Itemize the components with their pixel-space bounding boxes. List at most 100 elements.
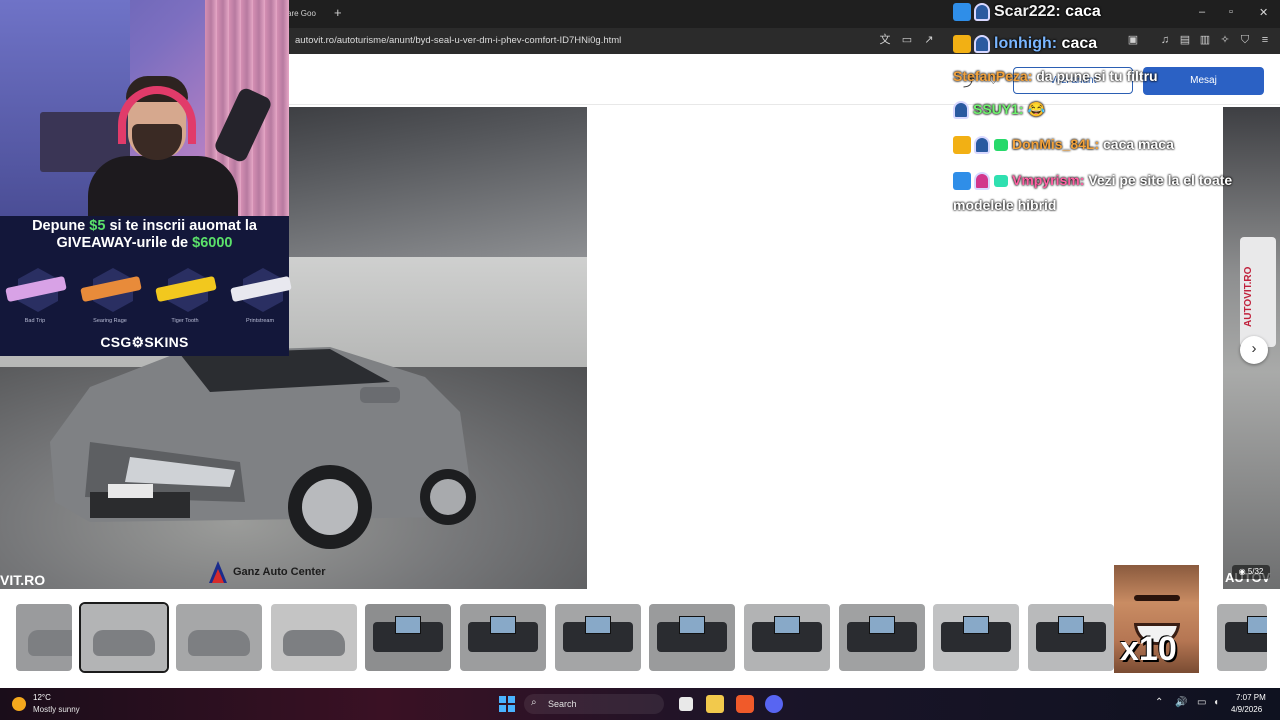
photo-counter: ◉ 5/32 xyxy=(1232,565,1270,579)
weather-sun-icon[interactable] xyxy=(12,697,26,711)
thumbnail-screen xyxy=(869,616,895,634)
menu-icon[interactable]: ≡ xyxy=(1258,33,1272,47)
promo-text: GIVEAWAY-urile de xyxy=(56,235,193,251)
ghost-badge-icon xyxy=(974,35,990,53)
close-window-button[interactable]: ✕ xyxy=(1259,6,1268,19)
promo-text: si te inscrii auomat la xyxy=(105,218,257,234)
tray-chevron-icon[interactable]: ⌃ xyxy=(1155,697,1163,708)
chat-text: caca maca xyxy=(1103,136,1174,152)
gallery-thumbnail[interactable] xyxy=(649,604,735,671)
thumbnail-screen xyxy=(490,616,516,634)
dealer-name: Ganz Auto Center xyxy=(233,566,326,578)
taskbar-search[interactable] xyxy=(524,694,664,714)
discord-icon[interactable] xyxy=(765,695,783,713)
sidebar-icon[interactable]: ▤ xyxy=(1178,33,1192,47)
url-field[interactable]: autovit.ro/autoturisme/anunt/byd-seal-u-… xyxy=(295,35,621,46)
gallery-thumbnail[interactable] xyxy=(1028,604,1114,671)
message-button[interactable]: Mesaj xyxy=(1143,67,1264,95)
ghost-badge-icon xyxy=(974,172,990,191)
ghost-badge-icon xyxy=(974,136,990,155)
thumbnail-screen xyxy=(585,616,611,634)
gallery-thumbnail[interactable] xyxy=(460,604,546,671)
media-icon[interactable]: ♫ xyxy=(1158,33,1172,47)
windows-start-icon[interactable] xyxy=(499,696,515,712)
network-icon[interactable]: ▭ xyxy=(1197,697,1206,708)
photo-counter-text: 5/32 xyxy=(1247,567,1264,576)
gallery-thumbnail[interactable] xyxy=(839,604,925,671)
gallery-thumbnail[interactable] xyxy=(555,604,641,671)
file-explorer-app-icon[interactable] xyxy=(679,697,693,711)
skin-name: Searing Rage xyxy=(93,318,127,324)
gallery-thumbnail[interactable] xyxy=(1217,604,1267,671)
chat-username: DonMis_84L: xyxy=(1012,136,1100,152)
chat-username: StefanPeza: xyxy=(953,68,1033,84)
dealer-logo-icon xyxy=(209,561,227,583)
extension-icon[interactable]: ▣ xyxy=(1126,33,1140,47)
chat-message: Vmpyrism: Vezi pe site la el toate model… xyxy=(953,168,1233,218)
vpn-shield-icon[interactable]: ⛉ xyxy=(1238,33,1252,47)
maximize-button[interactable]: ▫ xyxy=(1229,6,1233,18)
gallery-thumbnail[interactable] xyxy=(933,604,1019,671)
minimize-button[interactable]: – xyxy=(1199,6,1205,18)
chat-badge-icon xyxy=(953,35,971,53)
chat-message: SSUY1: 😂 xyxy=(953,101,1045,120)
gallery-thumbnail[interactable] xyxy=(79,602,169,673)
skins-row: Bad Trip Searing Rage Tiger Tooth Printstre… xyxy=(0,264,292,326)
streamer-webcam xyxy=(0,0,289,216)
thumbnail-screen xyxy=(1247,616,1267,634)
skin-name: Printstream xyxy=(245,318,275,324)
chat-badge-icon xyxy=(953,172,971,191)
gallery-thumbnail[interactable] xyxy=(271,604,357,671)
translate-icon[interactable]: 文 xyxy=(878,33,892,47)
streamer-body xyxy=(88,156,238,216)
clock-date[interactable]: 4/9/2026 xyxy=(1231,705,1262,714)
chat-username: lonhigh: xyxy=(994,35,1058,53)
ghost-badge-icon xyxy=(953,101,969,120)
moderator-badge-icon xyxy=(994,175,1008,188)
thumbnail-car xyxy=(28,630,72,656)
skin-card: Tiger Tooth xyxy=(152,264,218,324)
photo-watermark: VIT.RO xyxy=(0,572,46,588)
chat-text: 😂 xyxy=(1027,101,1045,117)
weather-temp[interactable]: 12°C xyxy=(33,693,51,702)
chat-badge-icon xyxy=(953,136,971,155)
chat-message: lonhigh: caca xyxy=(953,35,1097,53)
chat-text: caca xyxy=(1065,3,1101,21)
gallery-thumbnail[interactable] xyxy=(176,604,262,671)
ghost-badge-icon xyxy=(974,3,990,21)
thumbnail-screen xyxy=(963,616,989,634)
moderator-badge-icon xyxy=(994,139,1008,152)
wallet-icon[interactable]: ▥ xyxy=(1198,33,1212,47)
brave-browser-icon[interactable] xyxy=(736,695,754,713)
volume-icon[interactable]: ◖ xyxy=(1213,697,1219,708)
meme-eyes xyxy=(1134,595,1180,601)
chat-badge-icon xyxy=(953,3,971,21)
new-tab-button[interactable]: + xyxy=(334,5,342,21)
weather-desc[interactable]: Mostly sunny xyxy=(33,705,80,714)
chat-message: DonMis_84L: caca maca xyxy=(953,136,1174,155)
gallery-thumbnail[interactable] xyxy=(365,604,451,671)
chat-message: Scar222: caca xyxy=(953,3,1101,21)
browser-tab[interactable]: zare Goo xyxy=(283,4,331,26)
meme-text: x10 xyxy=(1120,630,1177,668)
chat-text: da pune si tu filtru xyxy=(1036,68,1158,84)
thumbnail-screen xyxy=(395,616,421,634)
gallery-thumbnail[interactable] xyxy=(16,604,72,671)
camera-icon: ◉ xyxy=(1238,567,1248,576)
speaker-icon[interactable]: 🔊 xyxy=(1175,697,1187,708)
chat-username: Vmpyrism: xyxy=(1012,172,1085,188)
cast-icon[interactable]: ▭ xyxy=(900,33,914,47)
thumbnail-car xyxy=(283,630,345,656)
folder-icon[interactable] xyxy=(706,695,724,713)
skin-name: Tiger Tooth xyxy=(171,318,199,324)
clock-time[interactable]: 7:07 PM xyxy=(1236,693,1266,702)
thumbnail-car xyxy=(93,630,155,656)
chat-message: StefanPeza: da pune si tu filtru xyxy=(953,68,1158,84)
thumbnail-car xyxy=(188,630,250,656)
next-photo-button[interactable]: › xyxy=(1240,336,1268,364)
thumbnail-screen xyxy=(1058,616,1084,634)
share-icon[interactable]: ↗ xyxy=(922,33,936,47)
leo-icon[interactable]: ✧ xyxy=(1218,33,1232,47)
gallery-thumbnail[interactable] xyxy=(744,604,830,671)
chat-username: Scar222: xyxy=(994,3,1061,21)
